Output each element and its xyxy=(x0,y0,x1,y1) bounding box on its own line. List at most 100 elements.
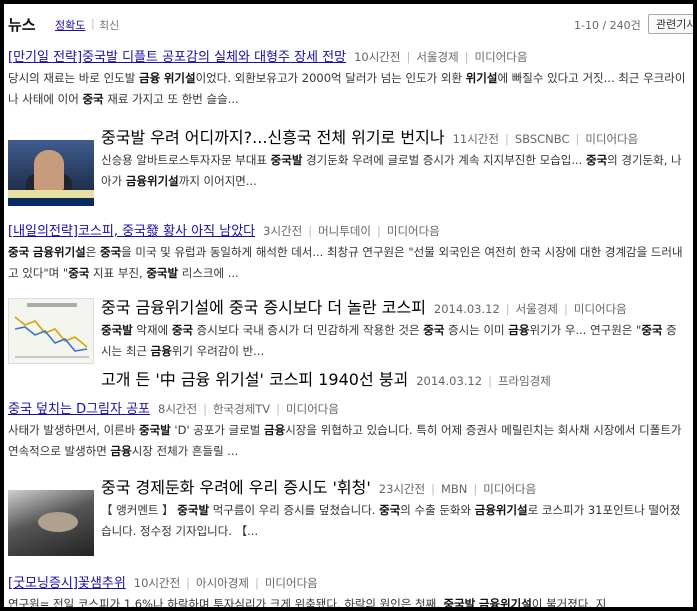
news-source[interactable]: 아시아경제 xyxy=(196,576,249,590)
highlight-keyword: 중국발 xyxy=(139,423,171,437)
news-snippet: 【 앵커멘트 】 중국발 먹구름이 우리 증시를 덮쳤습니다. 중국의 수출 둔… xyxy=(101,500,687,542)
news-source[interactable]: 프라임경제 xyxy=(498,374,551,388)
snippet-text: 재료 가지고 또 한번 슬슬... xyxy=(103,92,239,106)
news-thumbnail[interactable] xyxy=(8,490,94,556)
news-thumbnail[interactable] xyxy=(8,140,94,206)
snippet-text: 위기 우려감이 반... xyxy=(171,344,265,358)
news-title-link[interactable]: 중국 경제둔화 우려에 우리 증시도 '휘청' xyxy=(101,478,371,497)
news-via[interactable]: 미디어다음 xyxy=(265,576,318,590)
highlight-keyword: 금융 xyxy=(110,444,132,458)
news-headline-row: 중국 금융위기설에 중국 증시보다 더 놀란 코스피 2014.03.12 | 서울경… xyxy=(101,294,687,318)
news-item: 중국 금융위기설에 중국 증시보다 더 놀란 코스피 2014.03.12 | 서울경… xyxy=(101,294,687,390)
highlight-keyword: 중국 xyxy=(585,153,608,167)
snippet-text: 지표 부진, xyxy=(89,266,147,280)
snippet-text: 리스크에 ... xyxy=(178,266,239,280)
news-thumbnail[interactable] xyxy=(8,298,94,364)
news-meta: 10시간전 | 서울경제 | 미디어다음 xyxy=(354,50,528,64)
news-headline-row: [만기일 전략]중국발 디플트 공포감의 실체와 대형주 장세 전망 10시간전 |… xyxy=(8,46,690,66)
highlight-keyword: 중국 xyxy=(82,92,104,106)
news-title-link[interactable]: [굿모닝증시]꽃샘추위 xyxy=(8,576,126,591)
news-via[interactable]: 미디어다음 xyxy=(286,402,339,416)
tab-latest[interactable]: 최신 xyxy=(99,17,119,33)
news-via[interactable]: 미디어다음 xyxy=(475,50,528,64)
highlight-keyword: 금융위기설 xyxy=(478,597,532,607)
news-meta: 10시간전 | 아시아경제 | 미디어다음 xyxy=(133,576,318,590)
highlight-keyword: 위기설 xyxy=(163,71,196,85)
news-snippet: 중국발 악재에 중국 증시보다 국내 증시가 더 민감하게 작용한 것은 중국 … xyxy=(101,320,687,362)
highlight-keyword: 중국 xyxy=(171,323,193,337)
snippet-text: 신승용 알바트로스투자자문 부대표 xyxy=(101,153,271,167)
highlight-keyword: 위기설 xyxy=(465,71,498,85)
news-via[interactable]: 미디어다음 xyxy=(387,224,440,238)
news-via[interactable]: 미디어다음 xyxy=(585,132,638,146)
highlight-keyword: 금융 xyxy=(264,423,286,437)
news-time: 10시간전 xyxy=(354,50,401,64)
news-headline-row: 중국 덮치는 D그림자 공포 8시간전 | 한국경제TV | 미디어다음 xyxy=(8,398,690,418)
section-title: 뉴스 xyxy=(8,16,36,34)
highlight-keyword: 중국발 xyxy=(270,153,303,167)
news-title-link[interactable]: 중국발 우려 어디까지?...신흥국 전체 위기로 번지나 xyxy=(101,128,445,147)
highlight-keyword: 중국 xyxy=(641,323,663,337)
snippet-text: 당시의 재료는 바로 인도발 xyxy=(8,71,140,85)
related-news-row: 고개 든 '中 금융 위기설' 코스피 1940선 붕괴 2014.03.12 | 프… xyxy=(101,366,687,390)
highlight-keyword: 중국발 xyxy=(146,266,179,280)
news-source[interactable]: 한국경제TV xyxy=(213,402,270,416)
news-meta: 3시간전 | 머니투데이 | 미디어다음 xyxy=(263,224,440,238)
news-results-panel: 뉴스 정확도 | 최신 1-10 / 240건 관련기사 [만기일 전략]중국발… xyxy=(4,4,693,607)
news-source[interactable]: 서울경제 xyxy=(516,302,558,316)
news-time: 11시간전 xyxy=(452,132,499,146)
news-item: 중국 덮치는 D그림자 공포 8시간전 | 한국경제TV | 미디어다음 사태가 발생하면… xyxy=(8,398,690,462)
snippet-text: 이 불거졌다. 지 xyxy=(531,597,607,607)
highlight-keyword: 중국 xyxy=(8,245,30,259)
related-news-link[interactable]: 고개 든 '中 금융 위기설' 코스피 1940선 붕괴 xyxy=(101,370,408,389)
highlight-keyword: 금융위기설 xyxy=(125,174,179,188)
highlight-keyword: 금융위기설 xyxy=(32,245,86,259)
tab-accuracy[interactable]: 정확도 xyxy=(55,17,85,33)
news-title-link[interactable]: [만기일 전략]중국발 디플트 공포감의 실체와 대형주 장세 전망 xyxy=(8,50,346,65)
snippet-text: 【 앵커멘트 】 xyxy=(101,503,178,517)
news-headline-row: 중국발 우려 어디까지?...신흥국 전체 위기로 번지나 11시간전 | SBSCN… xyxy=(101,124,687,148)
news-snippet: 중국 금융위기설은 중국을 미국 및 유럽과 동일하게 해석한 데서... 최창… xyxy=(8,242,690,284)
news-time: 23시간전 xyxy=(378,482,426,496)
news-source[interactable]: MBN xyxy=(441,482,467,496)
news-time: 3시간전 xyxy=(263,224,303,238)
news-item: 중국 경제둔화 우려에 우리 증시도 '휘청' 23시간전 | MBN | 미디어다음 【… xyxy=(101,474,687,542)
news-snippet: 사태가 발생하면서, 이른바 중국발 'D' 공포가 글로벌 금융시장을 위협하… xyxy=(8,420,690,462)
highlight-keyword: 금융 xyxy=(150,344,172,358)
snippet-text: 먹구름이 우리 증시를 덮쳤습니다. xyxy=(209,503,380,517)
news-item: [만기일 전략]중국발 디플트 공포감의 실체와 대형주 장세 전망 10시간전 |… xyxy=(8,46,690,110)
snippet-text: 증시는 이미 xyxy=(444,323,509,337)
news-via[interactable]: 미디어다음 xyxy=(483,482,536,496)
news-item: [내일의전략]코스피, 중국發 황사 아직 남았다 3시간전 | 머니투데이 | 미디어다… xyxy=(8,220,690,284)
highlight-keyword: 금융위기설 xyxy=(474,503,528,517)
snippet-text: 은 xyxy=(85,245,100,259)
news-item: 중국발 우려 어디까지?...신흥국 전체 위기로 번지나 11시간전 | SBSCN… xyxy=(101,124,687,192)
snippet-text: 'D' 공포가 글로벌 xyxy=(170,423,265,437)
snippet-text: 경기둔화 우려에 글로벌 증시가 계속 지지부진한 모습입... xyxy=(302,153,586,167)
news-title-link[interactable]: [내일의전략]코스피, 중국發 황사 아직 남았다 xyxy=(8,224,255,239)
news-source[interactable]: 서울경제 xyxy=(416,50,458,64)
news-source[interactable]: 머니투데이 xyxy=(318,224,371,238)
news-meta: 11시간전 | SBSCNBC | 미디어다음 xyxy=(452,132,639,146)
highlight-keyword: 중국발 xyxy=(101,323,133,337)
highlight-keyword: 중국발 xyxy=(177,503,210,517)
news-headline-row: [굿모닝증시]꽃샘추위 10시간전 | 아시아경제 | 미디어다음 xyxy=(8,572,690,592)
tab-separator: | xyxy=(91,17,95,30)
news-title-link[interactable]: 중국 금융위기설에 중국 증시보다 더 놀란 코스피 xyxy=(101,298,426,317)
news-time: 2014.03.12 xyxy=(433,302,500,316)
snippet-text: 까지 이어지면... xyxy=(178,174,257,188)
news-title-link[interactable]: 중국 덮치는 D그림자 공포 xyxy=(8,402,150,417)
highlight-keyword: 금융 xyxy=(508,323,530,337)
news-via[interactable]: 미디어다음 xyxy=(574,302,627,316)
snippet-text: 위기가 우... 연구원은 " xyxy=(529,323,642,337)
related-articles-button[interactable]: 관련기사 xyxy=(648,14,693,34)
snippet-text: 사태가 발생하면서, 이른바 xyxy=(8,423,140,437)
snippet-text: 의 수출 둔화와 xyxy=(400,503,475,517)
news-time: 10시간전 xyxy=(133,576,181,590)
news-snippet: 당시의 재료는 바로 인도발 금융 위기설이었다. 외환보유고가 2000억 달… xyxy=(8,68,690,110)
highlight-keyword: 중국발 xyxy=(443,597,476,607)
highlight-keyword: 중국 xyxy=(99,245,122,259)
news-snippet: 신승용 알바트로스투자자문 부대표 중국발 경기둔화 우려에 글로벌 증시가 계… xyxy=(101,150,687,192)
news-source[interactable]: SBSCNBC xyxy=(515,132,570,146)
news-meta: 23시간전 | MBN | 미디어다음 xyxy=(378,482,537,496)
